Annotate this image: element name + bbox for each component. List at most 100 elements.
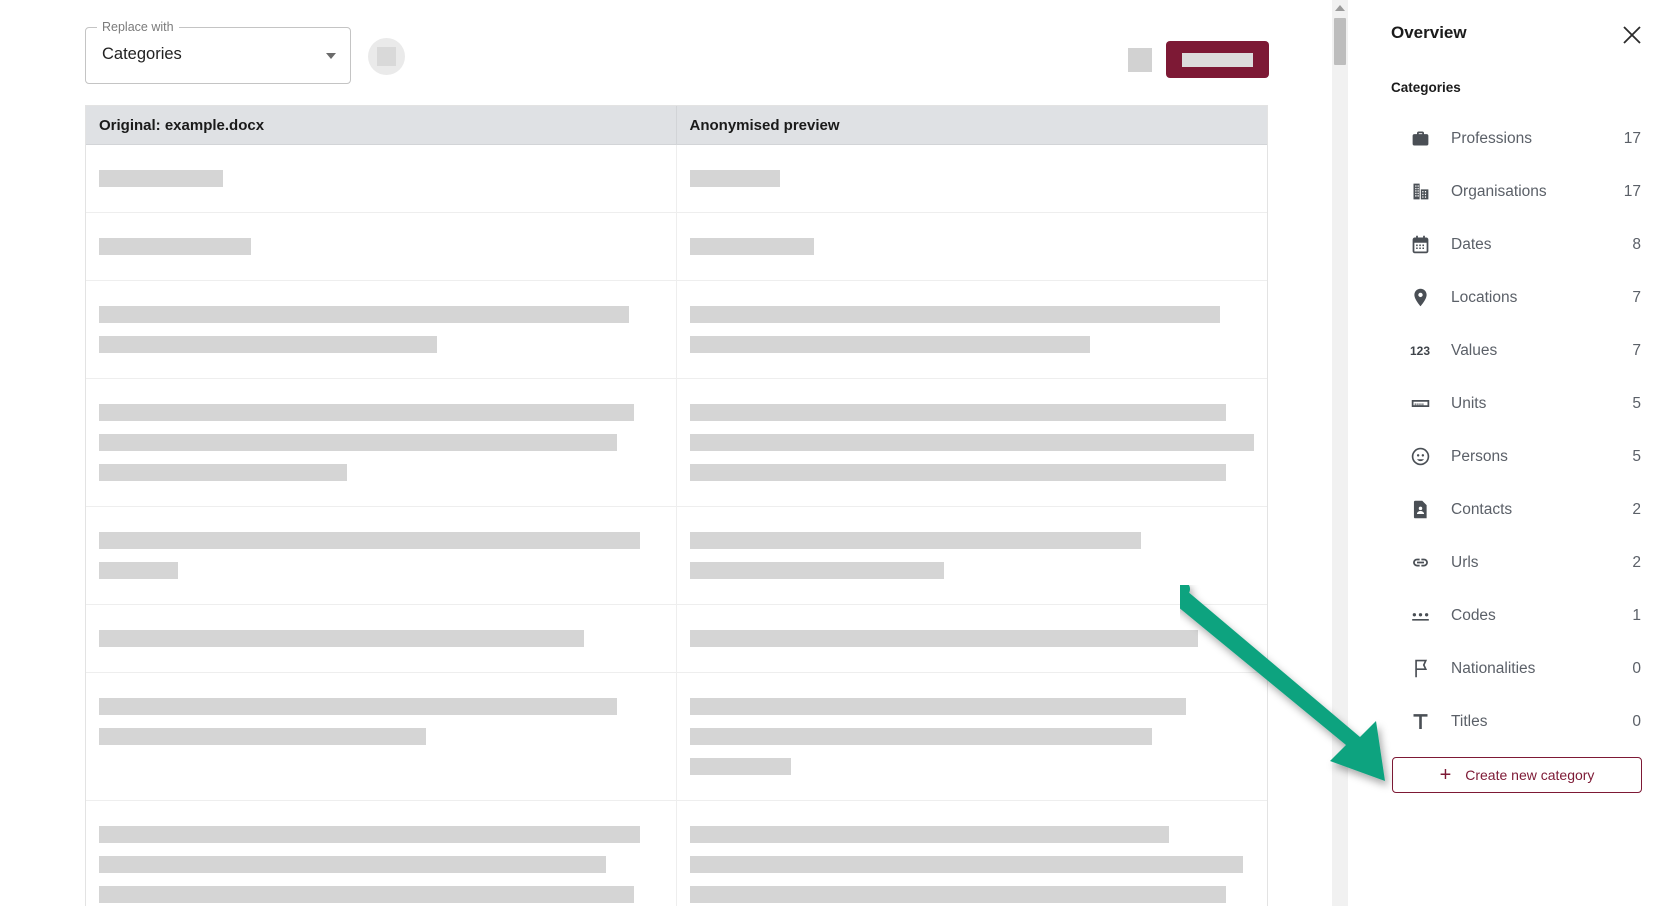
category-count: 2 bbox=[1632, 553, 1641, 571]
chevron-down-icon[interactable] bbox=[326, 53, 336, 59]
column-header-anonymised: Anonymised preview bbox=[689, 116, 840, 134]
ruler-icon bbox=[1409, 393, 1431, 415]
category-count: 1 bbox=[1632, 606, 1641, 624]
category-label: Contacts bbox=[1451, 500, 1513, 518]
table-header-row: Original: example.docx Anonymised previe… bbox=[86, 106, 1267, 145]
skeleton-line bbox=[99, 856, 607, 873]
category-item-organisations[interactable]: Organisations 17 bbox=[1365, 165, 1667, 218]
table-cell-left bbox=[86, 281, 677, 378]
page-title: Overview bbox=[1391, 23, 1467, 42]
skeleton-line bbox=[99, 886, 635, 903]
category-item-titles[interactable]: Titles 0 bbox=[1365, 695, 1667, 748]
skeleton-line bbox=[689, 562, 944, 579]
toolbar-skeleton-chip bbox=[1128, 48, 1152, 72]
app-root: Replace with Categories Original: exampl… bbox=[0, 0, 1667, 906]
plus-icon: + bbox=[1439, 764, 1452, 786]
category-label: Organisations bbox=[1451, 182, 1547, 200]
skeleton-line bbox=[99, 562, 178, 579]
toolbar: Replace with Categories bbox=[0, 0, 1348, 100]
table-cell-left bbox=[86, 213, 677, 280]
skeleton-line bbox=[99, 306, 629, 323]
category-count: 7 bbox=[1632, 288, 1641, 306]
category-item-codes[interactable]: Codes 1 bbox=[1365, 589, 1667, 642]
category-item-units[interactable]: Units 5 bbox=[1365, 377, 1667, 430]
skeleton-line bbox=[99, 464, 347, 481]
table-cell-right bbox=[677, 213, 1268, 280]
table-cell-right bbox=[677, 507, 1268, 604]
skeleton-line bbox=[689, 434, 1254, 451]
scroll-up-arrow-icon[interactable] bbox=[1335, 5, 1345, 11]
table-cell-left bbox=[86, 605, 677, 672]
category-item-values[interactable]: 123 Values 7 bbox=[1365, 324, 1667, 377]
category-count: 5 bbox=[1632, 447, 1641, 465]
category-label: Professions bbox=[1451, 129, 1532, 147]
primary-action-button-label bbox=[1182, 53, 1253, 67]
table-cell-right bbox=[677, 281, 1268, 378]
category-label: Values bbox=[1451, 341, 1498, 359]
skeleton-line bbox=[99, 336, 438, 353]
skeleton-line bbox=[689, 404, 1226, 421]
category-count: 17 bbox=[1623, 182, 1641, 200]
scrollbar-thumb[interactable] bbox=[1334, 18, 1346, 65]
skeleton-line bbox=[689, 170, 780, 187]
skeleton-line bbox=[689, 826, 1170, 843]
table-cell-left bbox=[86, 801, 677, 906]
table-cell-left bbox=[86, 507, 677, 604]
table-row bbox=[86, 507, 1267, 605]
column-header-original: Original: example.docx bbox=[86, 106, 677, 144]
category-item-persons[interactable]: Persons 5 bbox=[1365, 430, 1667, 483]
category-label: Locations bbox=[1451, 288, 1518, 306]
category-label: Nationalities bbox=[1451, 659, 1536, 677]
building-icon bbox=[1409, 181, 1431, 203]
main-scrollbar[interactable] bbox=[1332, 0, 1348, 906]
create-new-category-button[interactable]: + Create new category bbox=[1392, 757, 1642, 793]
skeleton-line bbox=[689, 630, 1198, 647]
table-cell-right bbox=[677, 145, 1268, 212]
main-content-area: Replace with Categories Original: exampl… bbox=[0, 0, 1348, 906]
location-icon bbox=[1409, 287, 1431, 309]
table-row bbox=[86, 801, 1267, 906]
primary-action-button[interactable] bbox=[1166, 41, 1269, 78]
category-item-urls[interactable]: Urls 2 bbox=[1365, 536, 1667, 589]
skeleton-line bbox=[99, 434, 618, 451]
flag-icon bbox=[1409, 658, 1431, 680]
category-label: Dates bbox=[1451, 235, 1492, 253]
table-cell-left bbox=[86, 673, 677, 800]
category-item-dates[interactable]: Dates 8 bbox=[1365, 218, 1667, 271]
category-item-locations[interactable]: Locations 7 bbox=[1365, 271, 1667, 324]
table-cell-right bbox=[677, 673, 1268, 800]
skeleton-line bbox=[99, 728, 426, 745]
close-icon[interactable] bbox=[1619, 22, 1645, 48]
calendar-icon bbox=[1409, 234, 1431, 256]
skeleton-line bbox=[689, 464, 1226, 481]
replace-with-select[interactable]: Replace with Categories bbox=[85, 20, 351, 84]
skeleton-line bbox=[99, 238, 252, 255]
table-row bbox=[86, 213, 1267, 281]
category-label: Codes bbox=[1451, 606, 1496, 624]
category-count: 0 bbox=[1632, 712, 1641, 730]
category-label: Persons bbox=[1451, 447, 1508, 465]
categories-section-label: Categories bbox=[1391, 80, 1461, 95]
skeleton-line bbox=[99, 630, 584, 647]
category-label: Units bbox=[1451, 394, 1487, 412]
skeleton-line bbox=[99, 698, 618, 715]
skeleton-line bbox=[689, 698, 1187, 715]
skeleton-line bbox=[689, 728, 1153, 745]
person-icon bbox=[1409, 446, 1431, 468]
contact-icon bbox=[1409, 499, 1431, 521]
category-item-professions[interactable]: Professions 17 bbox=[1365, 112, 1667, 165]
overview-sidebar: Overview Categories Professions 17 Organis… bbox=[1364, 0, 1667, 906]
skeleton-line bbox=[689, 336, 1091, 353]
table-row bbox=[86, 145, 1267, 213]
category-item-nationalities[interactable]: Nationalities 0 bbox=[1365, 642, 1667, 695]
table-row bbox=[86, 281, 1267, 379]
text-icon bbox=[1409, 711, 1431, 733]
replace-with-label: Replace with bbox=[97, 20, 179, 34]
link-icon bbox=[1409, 552, 1431, 574]
category-count: 0 bbox=[1632, 659, 1641, 677]
skeleton-line bbox=[689, 238, 814, 255]
category-count: 7 bbox=[1632, 341, 1641, 359]
category-item-contacts[interactable]: Contacts 2 bbox=[1365, 483, 1667, 536]
table-row bbox=[86, 605, 1267, 673]
avatar[interactable] bbox=[368, 38, 405, 75]
